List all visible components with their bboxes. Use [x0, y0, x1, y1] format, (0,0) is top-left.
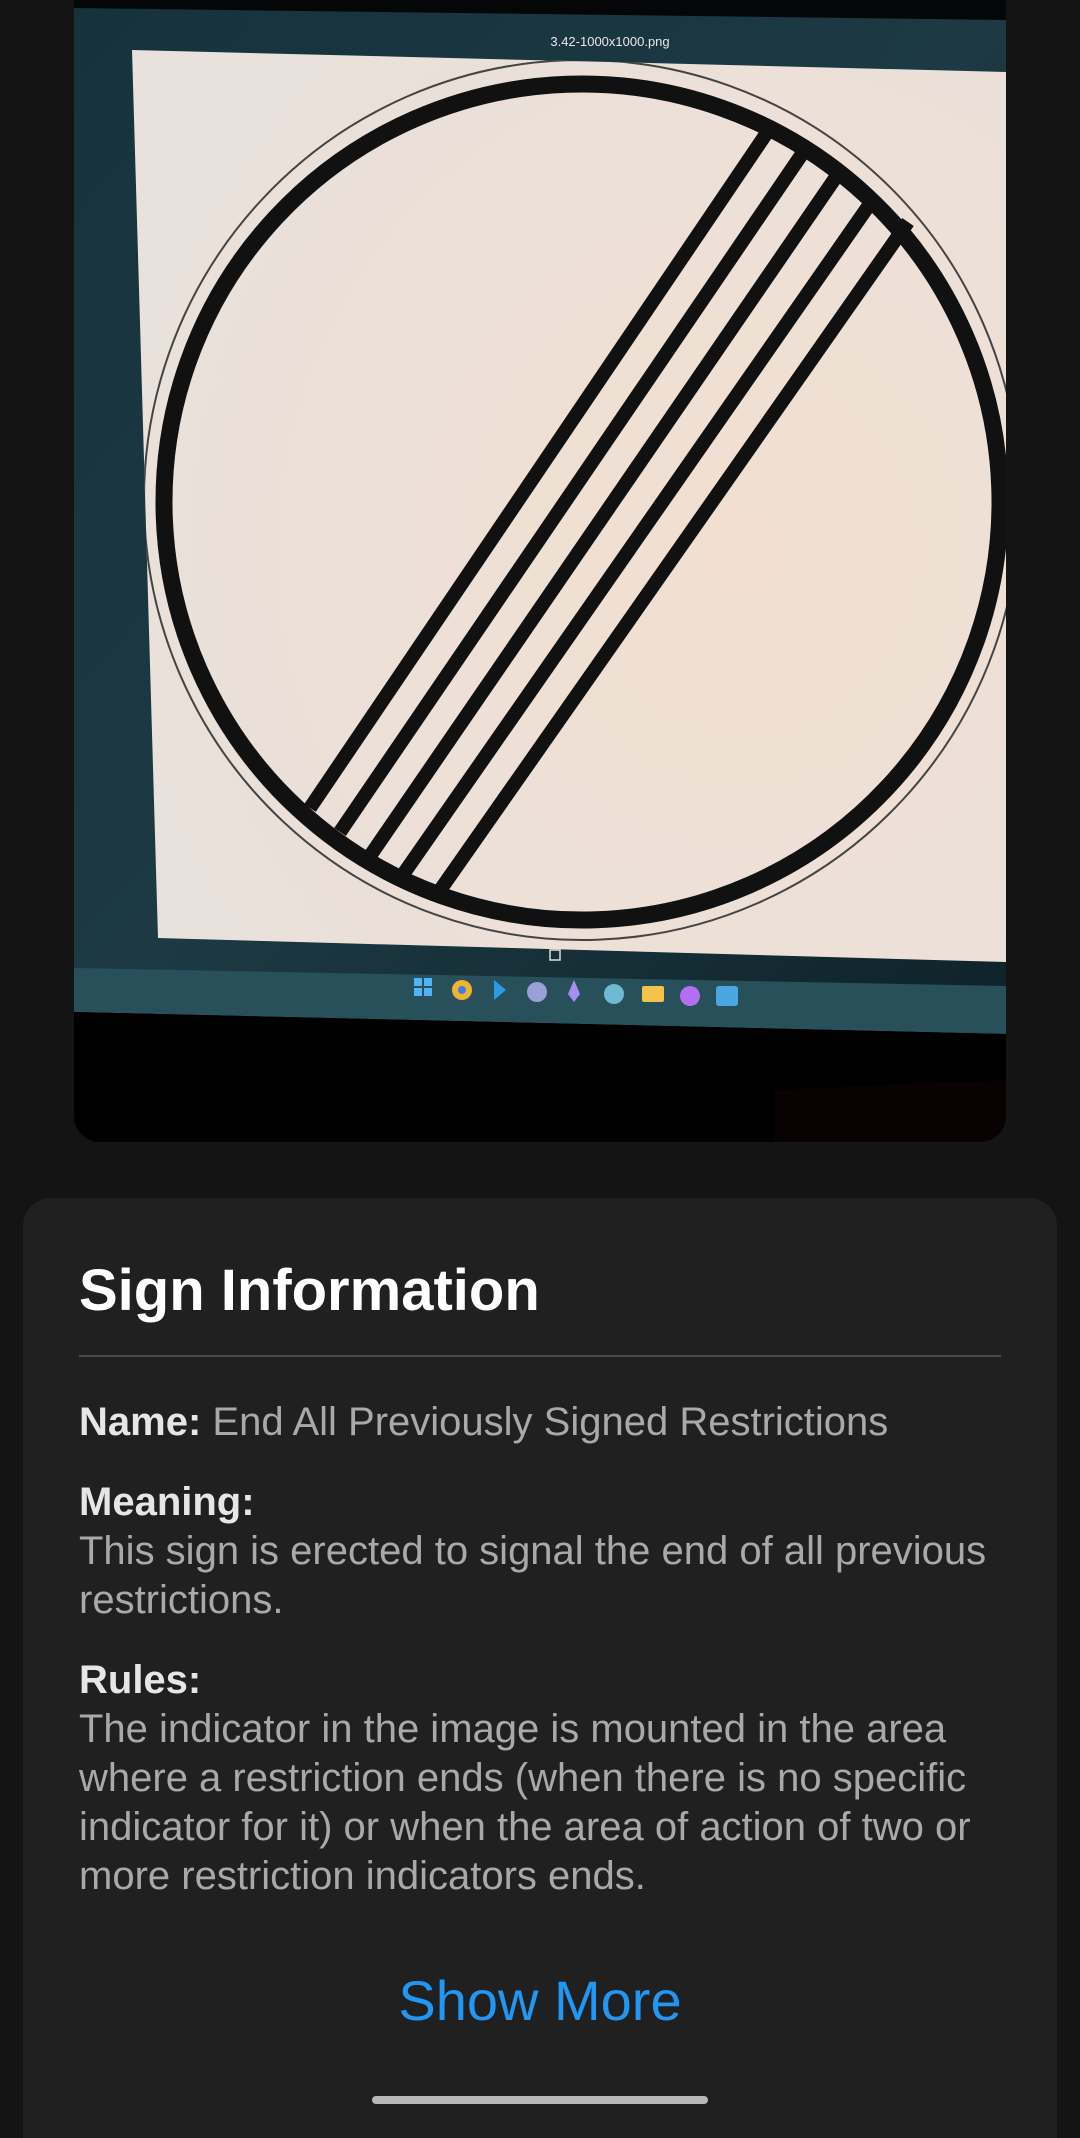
divider [79, 1355, 1001, 1357]
rules-text: The indicator in the image is mounted in… [79, 1707, 971, 1898]
meaning-label: Meaning: [79, 1480, 255, 1524]
screen-filename: 3.42-1000x1000.png [550, 34, 669, 49]
home-indicator[interactable] [372, 2096, 708, 2104]
photo-of-monitor: 3.42-1000x1000.png [74, 0, 1006, 1142]
folder-icon [642, 986, 664, 1002]
sign-information-card: Sign Information Name: End All Previousl… [23, 1198, 1057, 2138]
show-more-button[interactable]: Show More [23, 1968, 1057, 2033]
chat-icon [527, 982, 547, 1002]
sign-meaning-field: Meaning: This sign is erected to signal … [79, 1478, 1019, 1625]
sign-rules-field: Rules: The indicator in the image is mou… [79, 1656, 1019, 1901]
rules-label: Rules: [79, 1658, 202, 1702]
name-label: Name: [79, 1400, 202, 1444]
name-value: End All Previously Signed Restrictions [212, 1400, 889, 1444]
captured-photo: 3.42-1000x1000.png [74, 0, 1006, 1142]
photos-icon [716, 986, 738, 1006]
messenger-icon [680, 986, 700, 1006]
app-icon [604, 984, 624, 1004]
card-title: Sign Information [79, 1258, 540, 1323]
sign-name-field: Name: End All Previously Signed Restrict… [79, 1398, 1019, 1447]
meaning-text: This sign is erected to signal the end o… [79, 1529, 987, 1622]
